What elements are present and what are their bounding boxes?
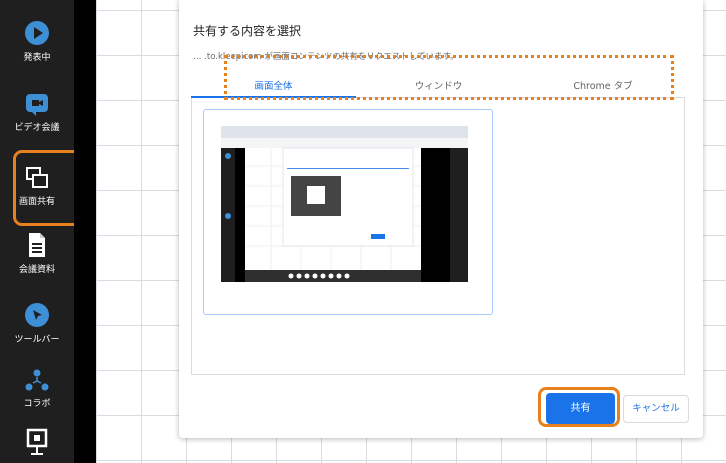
document-icon (29, 233, 45, 257)
cursor-icon (25, 303, 49, 327)
sidebar-item-label: コラボ (23, 399, 51, 409)
cancel-button[interactable]: キャンセル (623, 395, 689, 423)
sidebar-item-collab[interactable]: コラボ (0, 368, 74, 409)
sidebar-divider (74, 0, 96, 463)
sidebar-item-video-meeting[interactable]: ビデオ会議 (0, 92, 74, 133)
sidebar-item-meeting-materials[interactable]: 会議資料 (0, 232, 74, 275)
source-list (191, 98, 685, 375)
annotation-highlight-screen-share (13, 150, 83, 226)
annotation-highlight-share (538, 387, 620, 427)
annotation-highlight-tabs (224, 55, 674, 100)
sidebar-item-label: ビデオ会議 (14, 123, 60, 133)
presenter-icon (26, 428, 48, 455)
sidebar-item-label: 発表中 (23, 53, 51, 63)
dialog-title: 共有する内容を選択 (193, 24, 302, 38)
sidebar-item-label: ツールバー (14, 335, 60, 345)
sidebar: 発表中 ビデオ会議 画面共有 会議資料 ツールバー コラボ (0, 0, 83, 463)
play-circle-icon (25, 21, 49, 45)
screen-thumbnail-image (221, 126, 468, 282)
sidebar-item-presenting[interactable]: 発表中 (0, 20, 74, 63)
share-picker-dialog: 共有する内容を選択 … .to.kleepicom が画面コンテンツの共有をリク… (179, 0, 703, 438)
sidebar-item-presenter[interactable] (0, 428, 74, 462)
collaboration-icon (25, 369, 49, 391)
screen-source-card[interactable] (203, 109, 493, 315)
sidebar-item-toolbar[interactable]: ツールバー (0, 302, 74, 345)
video-camera-icon (26, 94, 48, 116)
screen-thumbnail (221, 126, 468, 282)
sidebar-item-label: 会議資料 (18, 265, 55, 275)
